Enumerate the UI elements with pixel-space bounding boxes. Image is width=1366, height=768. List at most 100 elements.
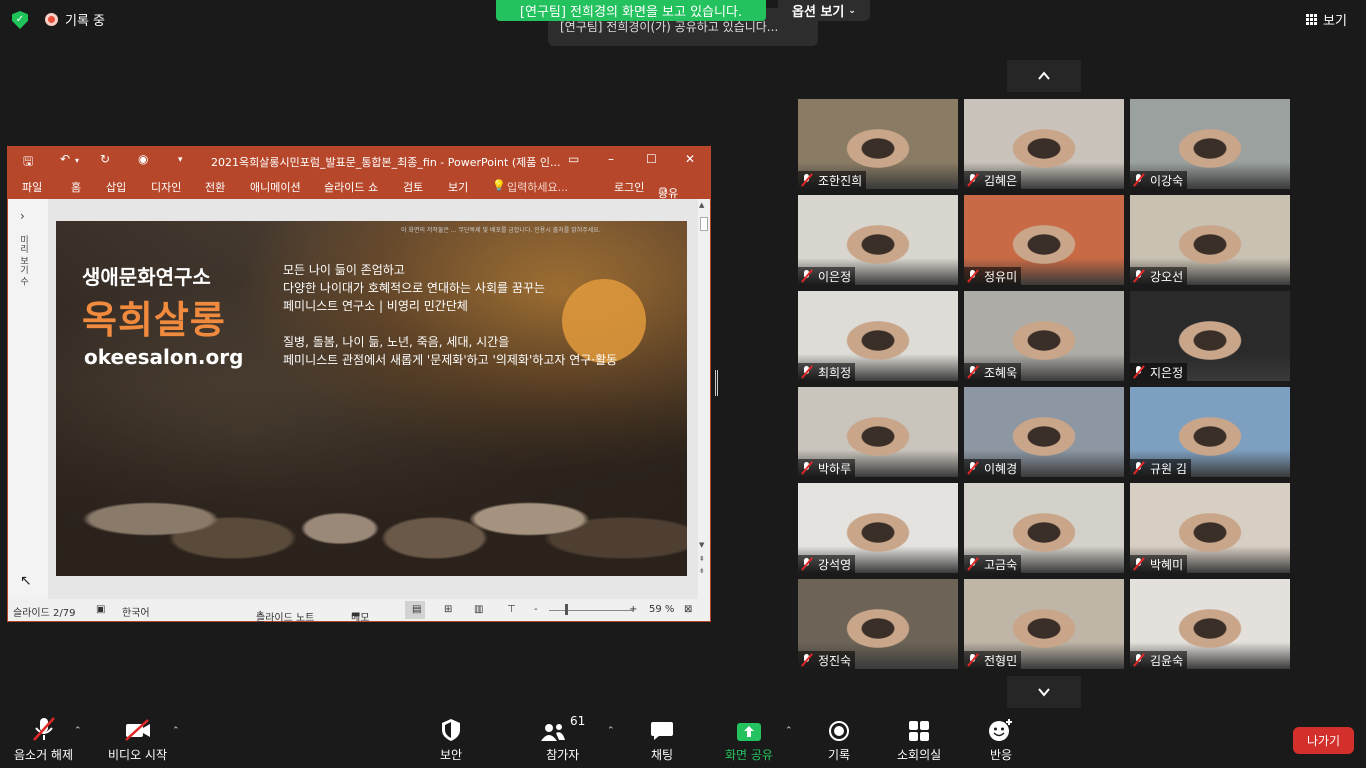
zoom-in-icon[interactable]: +: [629, 604, 637, 615]
reading-view-icon[interactable]: ▥: [474, 604, 483, 615]
share-options-caret[interactable]: ⌃: [785, 726, 793, 736]
participant-tile[interactable]: 박하루: [798, 387, 958, 477]
previous-slide-icon[interactable]: ⇞: [699, 555, 705, 563]
slide-copyright-notice: 이 화면의 저작물은 ... 무단복제 및 배포를 금합니다. 인용시 출처를 …: [401, 227, 601, 234]
share-screen-button[interactable]: 화면 공유: [725, 712, 773, 768]
share-screen-icon: [736, 712, 762, 742]
fit-to-window-icon[interactable]: ⊠: [684, 604, 692, 615]
leave-meeting-button[interactable]: 나가기: [1293, 727, 1354, 754]
participant-tile[interactable]: 지은정: [1130, 291, 1290, 381]
ribbon-tab-view[interactable]: 보기: [448, 179, 468, 195]
maximize-icon[interactable]: ☐: [646, 152, 657, 166]
mic-muted-icon: [966, 365, 980, 379]
ribbon-tab-home[interactable]: 홈: [71, 179, 81, 195]
slideshow-view-icon[interactable]: ⊤: [507, 604, 516, 615]
participant-tile[interactable]: 강석영: [798, 483, 958, 573]
zoom-out-icon[interactable]: -: [534, 604, 538, 615]
undo-icon[interactable]: ↶: [60, 152, 70, 166]
present-icon[interactable]: ◉: [138, 152, 148, 166]
slide-brand-org: 생애문화연구소: [82, 265, 211, 289]
security-shield-icon[interactable]: ✓: [12, 11, 28, 29]
ribbon-tab-review[interactable]: 검토: [403, 179, 423, 195]
participant-tile[interactable]: 조혜욱: [964, 291, 1124, 381]
zoom-slider[interactable]: [549, 610, 633, 611]
participant-tile[interactable]: 강오선: [1130, 195, 1290, 285]
chevron-right-icon[interactable]: ›: [20, 209, 25, 223]
participant-tile[interactable]: 고금숙: [964, 483, 1124, 573]
mic-muted-icon: [1132, 269, 1146, 283]
shared-powerpoint-window[interactable]: 🖫 ↶ ▾ ↻ ◉ ▾ 2021옥희살롱시민포럼_발표문_통합본_최종_fin …: [7, 146, 711, 624]
participant-tile[interactable]: 조한진희: [798, 99, 958, 189]
start-video-button[interactable]: 비디오 시작: [108, 712, 167, 768]
participant-tile[interactable]: 이강숙: [1130, 99, 1290, 189]
redo-icon[interactable]: ↻: [100, 152, 110, 166]
close-icon[interactable]: ✕: [685, 152, 695, 166]
participant-tile[interactable]: 정진숙: [798, 579, 958, 669]
breakout-rooms-label: 소회의실: [897, 748, 942, 762]
participant-tile[interactable]: 이혜경: [964, 387, 1124, 477]
slide-scrollbar[interactable]: ▲ ▼ ⇞ ⇟: [698, 199, 710, 599]
ribbon-tab-insert[interactable]: 삽입: [106, 179, 126, 195]
participant-name-tag: 박혜미: [1130, 555, 1188, 573]
slide-desc-line: 모든 나이 듦이 존엄하고: [283, 263, 405, 277]
slide-photo-audience: [56, 386, 687, 576]
mic-muted-icon: [800, 557, 814, 571]
participants-label: 참가자: [546, 748, 580, 762]
undo-dropdown-icon[interactable]: ▾: [75, 156, 79, 165]
participant-name-tag: 지은정: [1130, 363, 1188, 381]
participant-name: 전형민: [984, 653, 1018, 668]
participants-options-caret[interactable]: ⌃: [607, 726, 615, 736]
scroll-down-icon[interactable]: ▼: [699, 541, 704, 549]
mic-muted-icon: [800, 461, 814, 475]
current-slide[interactable]: 이 화면의 저작물은 ... 무단복제 및 배포를 금합니다. 인용시 출처를 …: [56, 221, 687, 576]
mic-muted-icon: [1132, 173, 1146, 187]
participant-tile[interactable]: 최희정: [798, 291, 958, 381]
thumbnail-pane-label: 미리 보기 수: [18, 235, 28, 286]
split-view-handle[interactable]: [715, 370, 718, 396]
view-options-label: 옵션 보기: [792, 5, 845, 20]
tell-me-input[interactable]: 입력하세요...: [507, 179, 568, 195]
participant-name-tag: 강석영: [798, 555, 856, 573]
record-button[interactable]: 기록: [828, 712, 850, 768]
save-icon[interactable]: 🖫: [23, 152, 33, 173]
ribbon-tab-design[interactable]: 디자인: [151, 179, 181, 195]
participant-tile[interactable]: 김윤숙: [1130, 579, 1290, 669]
scroll-up-icon[interactable]: ▲: [699, 201, 704, 209]
video-options-caret[interactable]: ⌃: [172, 726, 180, 736]
breakout-rooms-button[interactable]: 소회의실: [897, 712, 941, 768]
reactions-button[interactable]: 반응: [988, 712, 1014, 768]
zoom-slider-thumb[interactable]: [565, 604, 568, 615]
login-link[interactable]: 로그인: [614, 179, 644, 195]
next-slide-icon[interactable]: ⇟: [699, 567, 705, 575]
view-layout-button[interactable]: 보기: [1306, 10, 1347, 29]
gallery-next-page-button[interactable]: [1007, 676, 1081, 708]
audio-options-caret[interactable]: ⌃: [74, 726, 82, 736]
reactions-label: 반응: [989, 748, 1013, 762]
scroll-thumb[interactable]: [700, 217, 708, 231]
security-button[interactable]: 보안: [440, 712, 462, 768]
ribbon-display-icon[interactable]: ▭: [568, 152, 579, 166]
participant-tile[interactable]: 전형민: [964, 579, 1124, 669]
thumbnail-pane-collapsed[interactable]: › 미리 보기 수 ↖: [8, 199, 48, 599]
ribbon-tab-slideshow[interactable]: 슬라이드 쇼: [324, 179, 378, 195]
spellcheck-icon[interactable]: ▣: [96, 604, 105, 615]
participant-tile[interactable]: 규원 김: [1130, 387, 1290, 477]
participant-tile[interactable]: 김혜은: [964, 99, 1124, 189]
participant-tile[interactable]: 정유미: [964, 195, 1124, 285]
slide-sorter-icon[interactable]: ⊞: [444, 604, 452, 615]
participants-button[interactable]: 61 참가자: [540, 712, 585, 768]
language-label[interactable]: 한국어: [122, 604, 150, 619]
ribbon-tab-transitions[interactable]: 전환: [205, 179, 225, 195]
gallery-prev-page-button[interactable]: [1007, 60, 1081, 92]
unmute-button[interactable]: 음소거 해제: [14, 712, 73, 768]
minimize-icon[interactable]: –: [608, 152, 614, 166]
customize-toolbar-icon[interactable]: ▾: [178, 155, 183, 165]
participant-tile[interactable]: 박혜미: [1130, 483, 1290, 573]
zoom-level[interactable]: 59 %: [649, 604, 674, 615]
participant-name: 박혜미: [1150, 557, 1184, 572]
participant-tile[interactable]: 이은정: [798, 195, 958, 285]
view-options-button[interactable]: 옵션 보기 ⌄: [778, 0, 870, 21]
ribbon-tab-animations[interactable]: 애니메이션: [250, 179, 301, 195]
chat-button[interactable]: 채팅: [650, 712, 674, 768]
ribbon-tab-file[interactable]: 파일: [22, 179, 42, 195]
